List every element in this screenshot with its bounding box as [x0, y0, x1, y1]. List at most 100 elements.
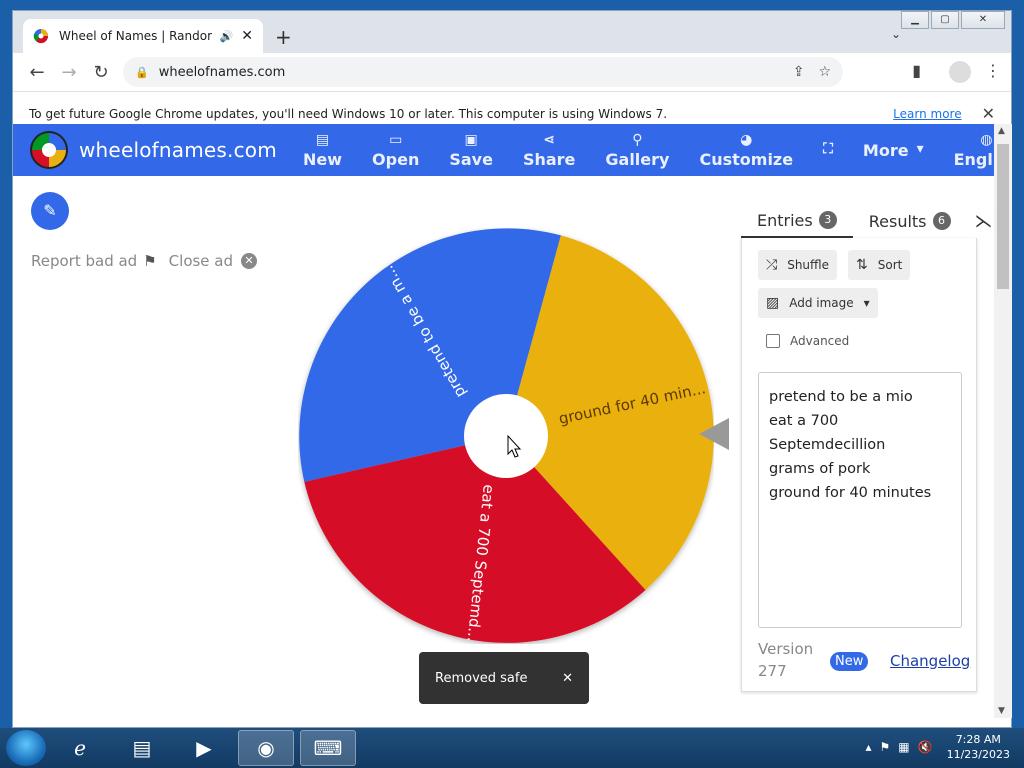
toast-close-icon[interactable]: ✕: [562, 671, 573, 686]
changelog-link[interactable]: Changelog: [890, 652, 970, 670]
toast-message: Removed safe: [435, 670, 528, 686]
menu-fullscreen[interactable]: ⛶: [808, 124, 848, 176]
taskbar-explorer-icon[interactable]: ▤: [114, 730, 170, 766]
side-panel-icon[interactable]: ▮: [912, 61, 921, 87]
save-icon: ▣: [464, 131, 478, 148]
menu-language[interactable]: ◍English: [939, 124, 995, 176]
close-tab-icon[interactable]: ✕: [241, 28, 253, 44]
back-icon[interactable]: ←: [21, 62, 53, 83]
entry-line: ground for 40 minutes: [769, 485, 932, 501]
fullscreen-icon: ⛶: [823, 141, 833, 157]
brand-name[interactable]: wheelofnames.com: [79, 138, 277, 162]
profile-icon[interactable]: [935, 61, 971, 87]
address-bar[interactable]: 🔒 wheelofnames.com ⇪ ☆: [123, 57, 843, 87]
ad-controls: Report bad ad ⚑ Close ad ✕: [31, 252, 258, 270]
kebab-menu-icon[interactable]: ⋮: [985, 61, 1001, 87]
lock-icon: 🔒: [135, 65, 149, 79]
entry-line: eat a 700 Septemdecillion: [769, 413, 886, 453]
file-icon: ▤: [315, 131, 330, 148]
url-text: wheelofnames.com: [158, 64, 286, 80]
taskbar-keyboard-icon[interactable]: ⌨: [300, 730, 356, 766]
wheel-favicon-icon: [33, 29, 49, 44]
network-icon[interactable]: ▦: [898, 740, 909, 754]
close-ad-icon[interactable]: ✕: [241, 253, 258, 269]
window-controls: ▁ ▢ ✕: [899, 11, 1005, 29]
sort-icon: ⇅: [856, 257, 868, 273]
sort-button[interactable]: ⇅ Sort: [848, 250, 911, 280]
taskbar-ie-icon[interactable]: ℯ: [52, 730, 108, 766]
version-info: Version 277: [758, 640, 814, 680]
infobar-message: To get future Google Chrome updates, you…: [29, 106, 668, 121]
bookmark-star-icon[interactable]: ☆: [818, 64, 831, 80]
sidebar-tabs: Entries 3 Results 6 ⋋☰: [741, 204, 995, 238]
start-button[interactable]: [6, 730, 46, 766]
close-window-button[interactable]: ✕: [961, 11, 1005, 29]
add-image-button[interactable]: ▨ Add image ▾: [758, 288, 878, 318]
menu-more[interactable]: More ▾: [848, 124, 939, 176]
share-page-icon[interactable]: ⇪: [793, 64, 805, 80]
page-scrollbar[interactable]: ▲ ▼: [994, 124, 1012, 718]
speaker-icon[interactable]: 🔊: [220, 30, 234, 43]
shuffle-button[interactable]: ⤮ Shuffle: [758, 250, 838, 280]
menu-open[interactable]: ▭ Open: [357, 124, 434, 176]
entries-panel: ⤮ Shuffle ⇅ Sort ▨ Add image ▾ Advanced pret…: [741, 238, 977, 692]
caret-down-icon: ▾: [863, 296, 870, 310]
globe-icon: ◍: [980, 131, 993, 148]
tab-strip: Wheel of Names | Random n 🔊 ✕ + ⌄ ▁ ▢ ✕: [13, 11, 1011, 53]
taskbar-chrome-icon[interactable]: ◉: [238, 730, 294, 766]
folder-icon: ▭: [389, 131, 403, 148]
tab-entries[interactable]: Entries 3: [741, 204, 853, 238]
chevron-down-icon[interactable]: ⌄: [891, 27, 901, 41]
scrollbar-thumb[interactable]: [997, 144, 1009, 289]
entries-count-badge: 3: [818, 211, 837, 229]
taskbar-media-player-icon[interactable]: ▶: [176, 730, 232, 766]
wheel-logo-icon[interactable]: [29, 130, 69, 170]
image-icon: ▨: [766, 295, 780, 311]
system-tray: ▴ ⚑ ▦ 🔇 7:28 AM 11/23/2023: [866, 732, 1011, 762]
learn-more-link[interactable]: Learn more: [893, 107, 961, 121]
tab-results[interactable]: Results 6: [853, 204, 967, 238]
wheel-pointer-arrow: [699, 418, 729, 450]
entries-textarea[interactable]: pretend to be a mio eat a 700 Septemdeci…: [758, 372, 962, 628]
flag-icon[interactable]: ⚑: [143, 252, 156, 270]
clock-date: 11/23/2023: [946, 748, 1010, 761]
menu-customize[interactable]: ◕ Customize: [684, 124, 808, 176]
pencil-icon: ✎: [43, 201, 57, 220]
collapse-sidebar-icon[interactable]: ⋋☰: [975, 211, 995, 232]
edit-pencil-button[interactable]: ✎: [31, 192, 69, 230]
reload-icon[interactable]: ↻: [85, 62, 117, 83]
forward-icon[interactable]: →: [53, 62, 85, 83]
action-center-icon[interactable]: ⚑: [880, 740, 891, 754]
entry-line: pretend to be a mio: [769, 389, 913, 405]
browser-toolbar: ← → ↻ 🔒 wheelofnames.com ⇪ ☆ ▮ ⋮: [13, 53, 1011, 91]
shuffle-icon: ⤮: [766, 257, 778, 273]
tray-expand-icon[interactable]: ▴: [866, 740, 872, 754]
clock[interactable]: 7:28 AM 11/23/2023: [947, 732, 1010, 762]
maximize-button[interactable]: ▢: [931, 11, 959, 29]
close-infobar-icon[interactable]: ✕: [982, 104, 995, 123]
tab-title: Wheel of Names | Random n: [59, 29, 212, 43]
menu-save[interactable]: ▣ Save: [434, 124, 508, 176]
menu-gallery[interactable]: ⚲ Gallery: [590, 124, 684, 176]
search-icon: ⚲: [632, 131, 643, 148]
advanced-checkbox[interactable]: Advanced: [766, 334, 849, 348]
scroll-up-icon[interactable]: ▲: [998, 126, 1005, 136]
new-badge: New: [830, 652, 869, 671]
results-count-badge: 6: [932, 212, 951, 230]
report-bad-ad-link[interactable]: Report bad ad: [31, 252, 137, 270]
clock-time: 7:28 AM: [955, 733, 1001, 746]
scroll-down-icon[interactable]: ▼: [998, 706, 1005, 716]
volume-muted-icon[interactable]: 🔇: [918, 740, 933, 754]
snackbar-toast: Removed safe ✕: [419, 652, 589, 704]
new-tab-button[interactable]: +: [275, 25, 292, 49]
spinning-wheel[interactable]: pretend to be a m... ground for 40 min..…: [298, 228, 714, 644]
menu-share[interactable]: ⋖ Share: [508, 124, 590, 176]
menu-new[interactable]: ▤ New: [288, 124, 357, 176]
windows-taskbar: ℯ ▤ ▶ ◉ ⌨ ▴ ⚑ ▦ 🔇 7:28 AM 11/23/2023: [0, 728, 1024, 768]
browser-tab[interactable]: Wheel of Names | Random n 🔊 ✕: [23, 19, 263, 53]
wheel-center[interactable]: [464, 394, 548, 478]
minimize-button[interactable]: ▁: [901, 11, 929, 29]
checkbox[interactable]: [766, 334, 780, 348]
close-ad-link[interactable]: Close ad: [169, 252, 233, 270]
caret-down-icon: ▾: [916, 141, 924, 157]
